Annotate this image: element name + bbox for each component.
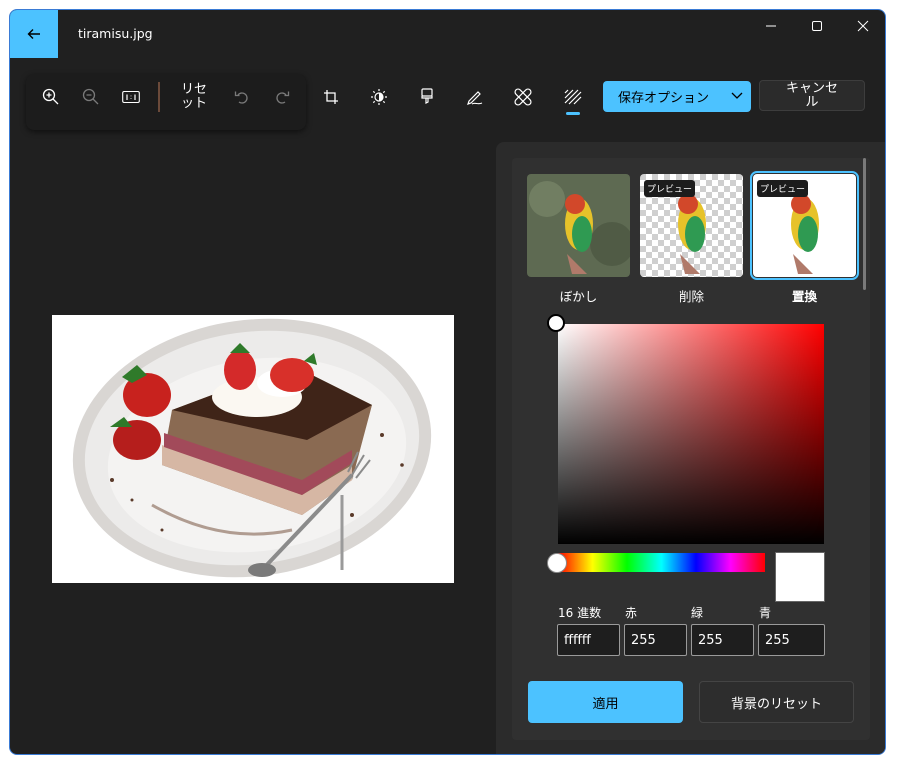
blur-option[interactable] — [527, 174, 630, 277]
photos-editor-window: tiramisu.jpg リセット 保存オプション キャンセル プレビュー プレ… — [9, 9, 886, 755]
crop-tool-button[interactable] — [316, 82, 346, 112]
reset-button[interactable]: リセット — [174, 80, 214, 114]
maximize-icon — [812, 21, 822, 31]
bandage-icon — [514, 88, 532, 106]
background-icon — [564, 89, 582, 105]
color-swatch — [775, 552, 825, 602]
adjustment-tool-button[interactable] — [364, 82, 394, 112]
undo-button[interactable] — [227, 82, 257, 112]
zoom-in-icon — [42, 88, 59, 105]
reset-label: リセット — [180, 82, 207, 111]
apply-label: 適用 — [592, 696, 619, 712]
blue-label: 青 — [759, 606, 772, 620]
preview-badge: プレビュー — [644, 180, 696, 197]
apply-button[interactable]: 適用 — [528, 681, 683, 723]
hex-label: 16 進数 — [558, 606, 602, 620]
minimize-button[interactable] — [748, 10, 794, 42]
hue-slider[interactable] — [558, 553, 765, 572]
undo-icon — [234, 91, 248, 104]
panel-scrollbar[interactable] — [863, 158, 866, 290]
cancel-label: キャンセル — [785, 80, 838, 110]
brush-icon — [421, 88, 433, 104]
zoom-tool-group — [26, 74, 306, 130]
remove-option[interactable]: プレビュー — [640, 174, 743, 277]
actual-size-button[interactable] — [116, 82, 146, 112]
cancel-button[interactable]: キャンセル — [759, 80, 865, 111]
replace-option-label: 置換 — [791, 289, 817, 304]
redo-button[interactable] — [267, 82, 297, 112]
edited-photo — [52, 315, 454, 583]
save-options-label: 保存オプション — [618, 91, 710, 106]
hue-slider-handle[interactable] — [547, 553, 567, 573]
red-label: 赤 — [625, 606, 638, 620]
back-button[interactable] — [10, 10, 58, 58]
close-icon — [857, 20, 869, 32]
remove-option-label: 削除 — [678, 289, 704, 304]
parrot-blur-thumbnail — [527, 174, 630, 277]
zoom-out-icon — [82, 88, 99, 105]
window-title: tiramisu.jpg — [78, 26, 153, 41]
redo-icon — [276, 91, 290, 104]
brightness-icon — [371, 89, 387, 105]
pen-icon — [467, 91, 483, 105]
toolbar-divider — [158, 82, 160, 112]
back-arrow-icon — [27, 29, 40, 39]
minimize-icon — [766, 25, 776, 27]
color-spectrum[interactable] — [558, 324, 824, 544]
green-input[interactable]: 255 — [691, 624, 754, 656]
markup-tool-button[interactable] — [460, 82, 490, 112]
filter-tool-button[interactable] — [412, 82, 442, 112]
retouch-tool-button[interactable] — [508, 82, 538, 112]
background-tool-button[interactable] — [558, 82, 588, 112]
active-tool-indicator — [566, 112, 580, 115]
close-button[interactable] — [840, 10, 885, 42]
chevron-down-icon — [731, 92, 743, 99]
zoom-out-button[interactable] — [76, 82, 106, 112]
blue-input[interactable]: 255 — [758, 624, 825, 656]
replace-option[interactable]: プレビュー — [750, 171, 859, 280]
color-spectrum-handle[interactable] — [547, 314, 565, 332]
reset-background-button[interactable]: 背景のリセット — [699, 681, 854, 723]
hex-input[interactable]: ffffff — [557, 624, 620, 656]
save-options-button[interactable]: 保存オプション — [603, 81, 751, 112]
zoom-in-button[interactable] — [36, 82, 66, 112]
tiramisu-image — [52, 315, 454, 583]
red-input[interactable]: 255 — [624, 624, 687, 656]
reset-background-label: 背景のリセット — [730, 696, 822, 712]
preview-badge: プレビュー — [757, 180, 809, 197]
crop-icon — [324, 90, 338, 104]
green-label: 緑 — [691, 606, 704, 620]
maximize-button[interactable] — [794, 10, 840, 42]
blur-option-label: ぼかし — [559, 289, 598, 304]
actual-size-icon — [122, 90, 140, 104]
